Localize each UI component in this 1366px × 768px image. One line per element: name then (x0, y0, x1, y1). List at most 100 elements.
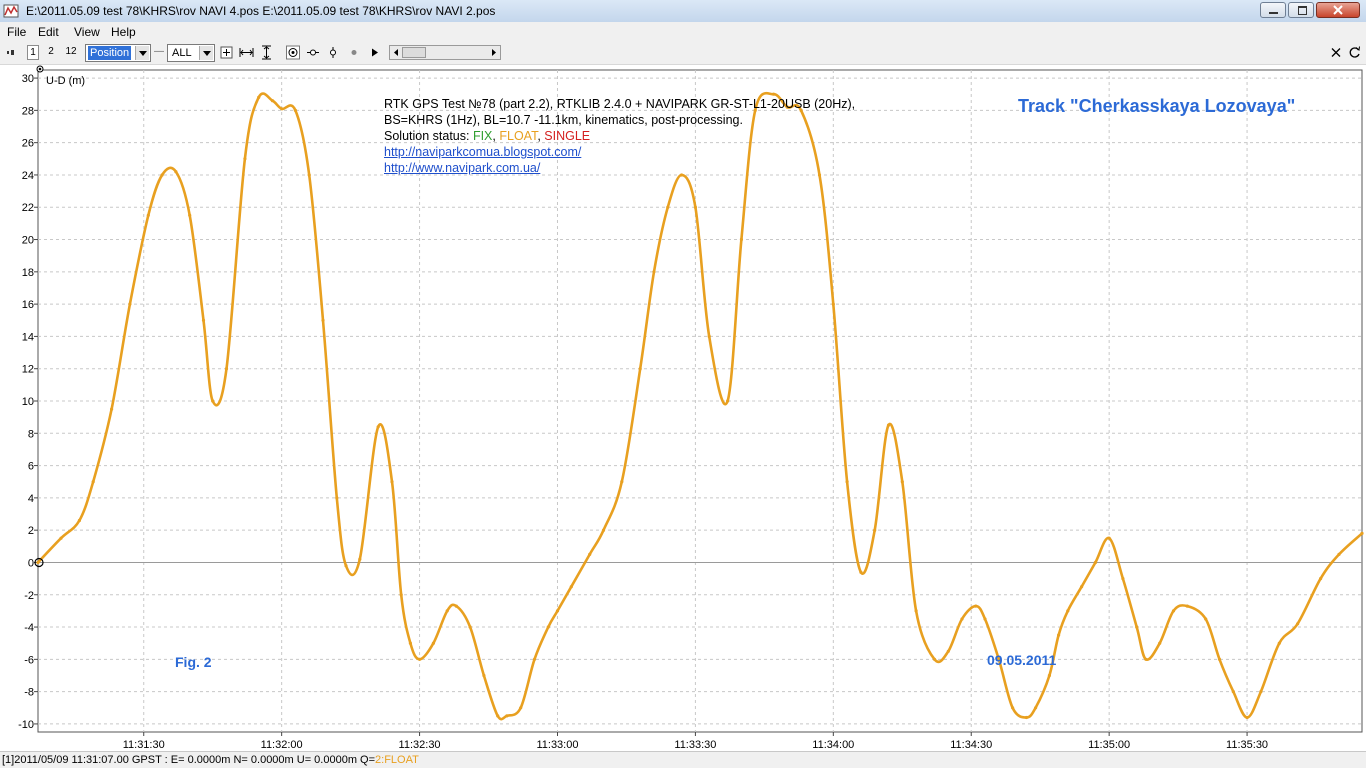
data-point (418, 657, 422, 661)
data-point (1066, 609, 1070, 613)
toolbar-grip-icon (7, 50, 14, 55)
close-window-button[interactable] (1316, 2, 1360, 18)
time-scrollbar[interactable] (389, 45, 501, 60)
solution-status-line: Solution status: FIX, FLOAT, SINGLE (384, 128, 855, 144)
data-point (1080, 585, 1084, 589)
status-float-label: FLOAT (499, 129, 538, 143)
data-point (1231, 690, 1235, 694)
data-point (569, 585, 573, 589)
plot-12-button[interactable]: 12 (63, 45, 79, 60)
chevron-down-icon (135, 46, 149, 60)
data-point (344, 564, 348, 568)
refresh-icon[interactable] (1348, 45, 1361, 60)
data-point (128, 302, 132, 306)
data-point (1337, 552, 1341, 557)
menu-help[interactable]: Help (111, 25, 136, 39)
data-point (211, 399, 215, 403)
data-point (886, 423, 891, 427)
play-icon[interactable] (369, 45, 381, 60)
center-origin-icon[interactable] (220, 45, 233, 60)
data-point (726, 399, 730, 403)
plot-1-button[interactable]: 1 (27, 45, 39, 60)
scroll-left-icon[interactable] (391, 47, 401, 58)
satellite-filter-select[interactable]: ALL (167, 44, 215, 62)
info-line-2: BS=KHRS (1Hz), BL=10.7 -11.1km, kinemati… (384, 113, 743, 127)
y-tick-label: 22 (22, 202, 34, 214)
minimize-button[interactable] (1260, 2, 1286, 18)
data-point (358, 557, 362, 561)
y-tick-label: 10 (22, 396, 34, 408)
data-point (652, 270, 656, 274)
window-title: E:\2011.05.09 test 78\KHRS\rov NAVI 4.po… (26, 4, 496, 18)
data-point (188, 213, 192, 217)
fit-horizontal-icon[interactable] (239, 45, 254, 60)
data-point (243, 157, 247, 161)
data-point (1047, 673, 1051, 678)
data-point (496, 714, 500, 718)
show-track-icon[interactable] (286, 45, 300, 60)
data-point (859, 570, 863, 574)
track-title: Track "Cherkasskaya Lozovaya" (1018, 96, 1296, 116)
data-point (445, 609, 449, 613)
y-tick-label: 0 (28, 557, 34, 569)
data-point (201, 318, 206, 322)
data-point (546, 625, 550, 629)
data-point (408, 641, 412, 645)
data-point (983, 617, 987, 621)
fit-vertical-icon[interactable] (260, 45, 273, 60)
data-point (1024, 715, 1028, 720)
data-point (620, 480, 624, 484)
y-axis-ticks: 302826242220181614121086420-2-4-6-8-10 (18, 73, 38, 731)
menu-file[interactable]: File (7, 25, 26, 39)
y-tick-label: -6 (24, 654, 34, 666)
show-marker-icon[interactable] (327, 45, 339, 60)
rtkplot-app-icon (3, 4, 19, 18)
data-point (1185, 604, 1189, 608)
y-tick-label: 28 (22, 105, 34, 117)
x-tick-label: 11:32:00 (261, 739, 303, 751)
data-point (693, 205, 698, 209)
data-point (224, 367, 229, 371)
y-tick-label: 14 (22, 331, 34, 343)
data-point (1277, 641, 1281, 645)
data-point (1144, 657, 1148, 661)
data-point (873, 528, 877, 532)
y-tick-label: -10 (18, 719, 34, 731)
data-point (482, 673, 486, 678)
scroll-right-icon[interactable] (489, 47, 499, 58)
data-point (1057, 633, 1061, 637)
y-tick-label: 20 (22, 235, 34, 247)
data-point (638, 367, 642, 371)
data-point (1107, 536, 1111, 540)
info-annotation: RTK GPS Test №78 (part 2.2), RTKLIB 2.4.… (384, 96, 855, 176)
close-plot-icon[interactable] (1330, 45, 1342, 60)
menu-edit[interactable]: Edit (38, 25, 59, 39)
data-point (174, 170, 178, 174)
status-quality: 2:FLOAT (375, 754, 419, 766)
restore-button[interactable] (1288, 2, 1314, 18)
data-point (588, 552, 592, 557)
x-tick-label: 11:32:30 (399, 739, 441, 751)
website-link[interactable]: http://www.navipark.com.ua/ (384, 160, 855, 176)
show-point-icon[interactable] (306, 45, 320, 60)
y-tick-label: -8 (24, 687, 34, 699)
x-tick-label: 11:31:30 (123, 739, 165, 751)
data-point (335, 496, 339, 500)
data-point (1158, 641, 1162, 645)
x-tick-label: 11:35:00 (1088, 739, 1130, 751)
y-tick-label: 2 (28, 525, 34, 537)
point-icon[interactable] (348, 45, 360, 60)
blog-link[interactable]: http://naviparkcomua.blogspot.com/ (384, 144, 855, 160)
plot-2-button[interactable]: 2 (45, 45, 57, 60)
solution-status-prefix: Solution status: (384, 129, 473, 143)
data-point (914, 609, 918, 613)
data-point (36, 560, 40, 565)
data-point (1360, 531, 1364, 536)
y-tick-label: 24 (22, 170, 34, 182)
plot-type-select[interactable]: Position (85, 44, 151, 62)
satellite-filter-value: ALL (172, 47, 192, 59)
menu-view[interactable]: View (74, 25, 100, 39)
scrollbar-thumb[interactable] (402, 47, 426, 58)
x-tick-label: 11:33:00 (536, 739, 578, 751)
status-bar: [1]2011/05/09 11:31:07.00 GPST : E= 0.00… (0, 751, 1366, 768)
